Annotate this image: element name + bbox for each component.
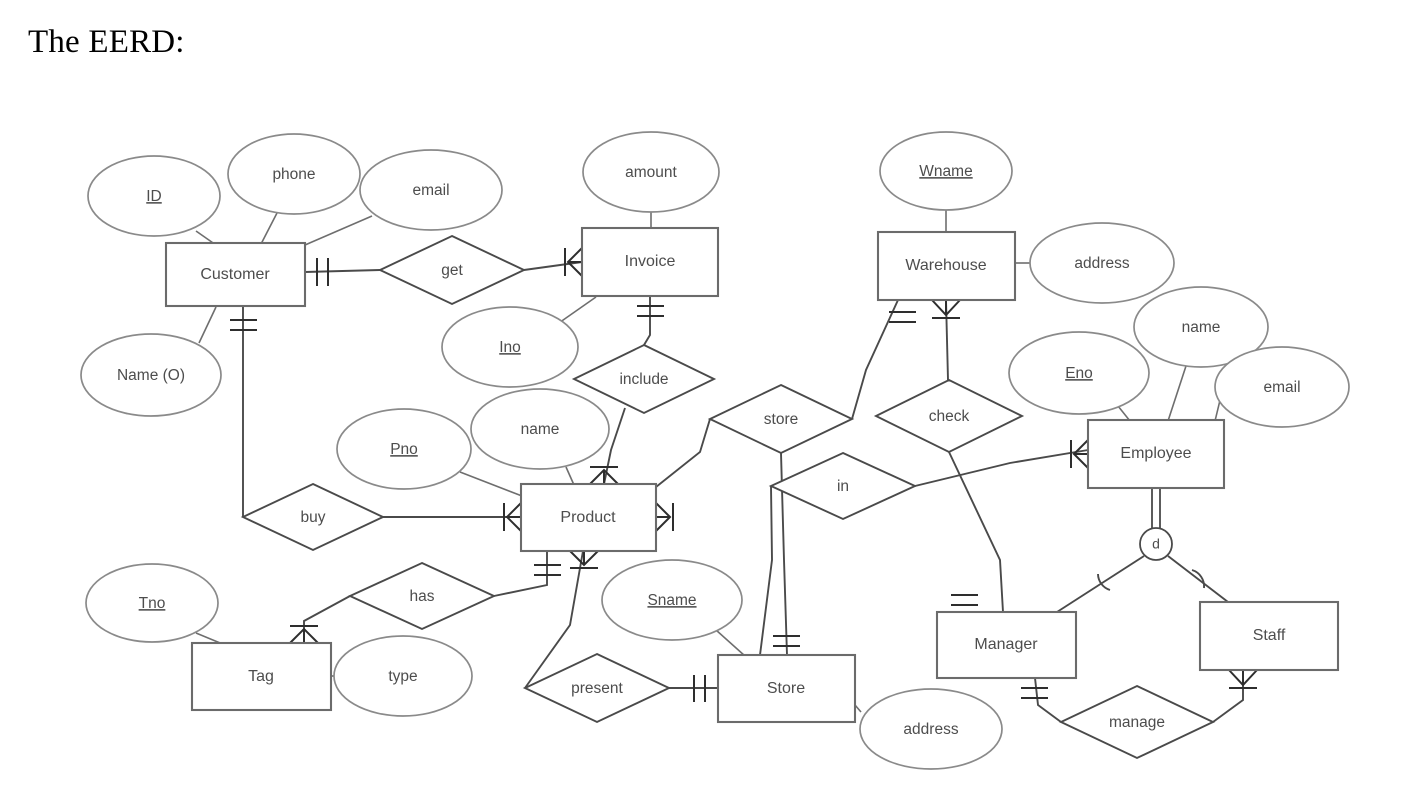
marker-invoice-get-many-icon [566,247,583,277]
entity-warehouse[interactable]: Warehouse [876,230,1017,302]
entity-employee-label: Employee [1120,445,1191,462]
attribute-customer-id[interactable]: ID [87,155,221,237]
relationship-manage-label: manage [1109,714,1165,731]
link-manager-manage [1034,677,1062,723]
link-product-store-rel [655,418,711,488]
entity-product-label: Product [560,509,616,526]
relationship-present-label: present [571,680,623,697]
entity-invoice[interactable]: Invoice [580,226,720,298]
link-customer-phone [259,212,278,247]
attribute-invoice-amount[interactable]: amount [582,131,720,213]
link-product-name [565,466,575,486]
relationship-buy[interactable]: buy [240,482,386,552]
entity-staff[interactable]: Staff [1198,600,1340,672]
relationship-check[interactable]: check [873,378,1025,454]
link-store-in [759,485,773,656]
entity-invoice-label: Invoice [625,253,676,270]
marker-product-storerel-many-icon [655,502,672,532]
link-spec-staff [1167,555,1229,603]
relationship-has-label: has [410,588,435,605]
relationship-include-label: include [619,371,668,388]
relationship-store[interactable]: store [707,383,855,455]
relationship-include[interactable]: include [571,343,717,415]
specialization-circle-label: d [1152,536,1160,552]
entity-employee[interactable]: Employee [1086,418,1226,490]
attribute-store-address[interactable]: address [859,688,1003,770]
attribute-employee-email[interactable]: email [1214,346,1350,428]
relationship-in-label: in [837,478,849,495]
relationship-store-label: store [764,411,798,428]
entity-warehouse-label: Warehouse [905,257,986,274]
link-warehouse-storerel [851,299,899,420]
entity-manager-label: Manager [974,636,1038,653]
marker-product-buy-many-icon [505,502,522,532]
entity-tag-label: Tag [248,668,274,685]
specialization-disjoint[interactable]: d [1139,527,1173,561]
attribute-store-sname-label: Sname [647,592,696,609]
attribute-customer-email[interactable]: email [359,149,503,231]
relationship-manage[interactable]: manage [1058,684,1216,760]
link-customer-name [198,306,217,344]
relationship-get[interactable]: get [377,234,527,306]
marker-product-present-many-icon [569,550,599,567]
relationship-present[interactable]: present [522,652,672,724]
link-product-has [493,551,548,597]
attribute-store-sname[interactable]: Sname [601,559,743,641]
attribute-customer-email-label: email [412,182,449,199]
attribute-invoice-ino-label: Ino [499,339,521,356]
relationship-in[interactable]: in [768,451,918,521]
attribute-product-pno[interactable]: Pno [336,408,472,490]
marker-product-include-many-icon [589,468,619,485]
attribute-warehouse-address-label: address [1074,255,1129,272]
marker-staff-manage-many-icon [1228,669,1258,687]
attribute-invoice-ino[interactable]: Ino [441,306,579,388]
entity-store[interactable]: Store [716,653,857,724]
entity-manager[interactable]: Manager [935,610,1078,680]
marker-employee-in-many-icon [1072,439,1089,469]
attribute-warehouse-wname-label: Wname [919,163,972,180]
relationship-buy-label: buy [301,509,326,526]
attribute-tag-tno-label: Tno [139,595,166,612]
attribute-product-name-label: name [521,421,560,438]
attribute-warehouse-wname[interactable]: Wname [879,131,1013,211]
relationship-check-label: check [929,408,970,425]
attribute-employee-eno[interactable]: Eno [1008,331,1150,415]
entity-tag[interactable]: Tag [190,641,333,712]
attribute-store-address-label: address [903,721,958,738]
entity-customer[interactable]: Customer [164,241,307,308]
link-employee-name [1167,365,1187,422]
attribute-tag-type[interactable]: type [333,635,473,717]
entity-customer-label: Customer [200,266,270,283]
link-invoice-include [643,296,651,346]
link-manage-staff [1212,670,1244,723]
link-customer-email [304,215,373,246]
entity-store-label: Store [767,680,805,697]
attribute-tag-type-label: type [388,668,417,685]
attribute-tag-tno[interactable]: Tno [85,563,219,643]
marker-warehouse-check-many-icon [931,299,961,317]
eerd-diagram: get include store check in buy has prese… [80,131,1350,770]
attribute-invoice-amount-label: amount [625,164,677,181]
marker-tag-has-many-icon [289,627,319,644]
entity-staff-label: Staff [1253,627,1286,644]
attribute-product-pno-label: Pno [390,441,418,458]
attribute-employee-name-label: name [1182,319,1221,336]
attribute-customer-name-label: Name (O) [117,367,185,384]
attribute-employee-eno-label: Eno [1065,365,1093,382]
link-employee-eno [1117,405,1131,422]
link-in-employee [914,449,1089,487]
link-store-sname [715,629,746,657]
attribute-customer-phone[interactable]: phone [227,133,361,215]
attribute-warehouse-address[interactable]: address [1029,222,1175,304]
entity-product[interactable]: Product [519,482,658,553]
attribute-product-name[interactable]: name [470,388,610,470]
attribute-customer-id-label: ID [146,188,162,205]
attribute-employee-email-label: email [1263,379,1300,396]
relationship-has[interactable]: has [347,561,497,631]
attribute-customer-phone-label: phone [272,166,315,183]
relationship-get-label: get [441,262,463,279]
attribute-customer-name[interactable]: Name (O) [80,333,222,417]
link-product-pno [459,471,523,497]
